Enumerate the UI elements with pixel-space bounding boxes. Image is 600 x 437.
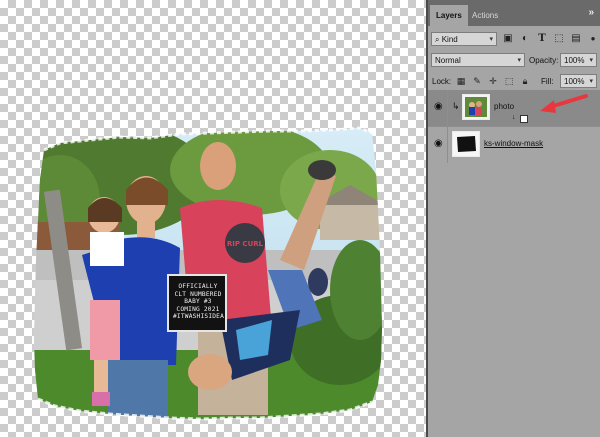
- filter-kind-value: Kind: [441, 35, 458, 44]
- type-filter-icon[interactable]: T: [537, 34, 547, 44]
- opacity-label: Opacity:: [529, 56, 559, 65]
- clipping-arrow-icon: ↳: [452, 101, 460, 111]
- letterboard-line: CLT NUMBERED: [174, 290, 222, 298]
- filter-search-icon: ⌕: [435, 35, 440, 44]
- blend-mode-select[interactable]: Normal ▾: [431, 53, 525, 67]
- layers-panel: Layers Actions » ⌕ Kind ▾ ▣ ◐ T ⬚ ▤ ● No…: [428, 0, 600, 437]
- panel-tabbar: Layers Actions »: [428, 0, 600, 26]
- smartobject-filter-icon[interactable]: ▤: [571, 34, 581, 44]
- eye-icon[interactable]: ◉: [434, 139, 444, 149]
- letterboard-line: OFFICIALLY: [178, 283, 218, 290]
- lock-all-icon[interactable]: 🔒︎: [520, 76, 530, 86]
- shape-filter-icon[interactable]: ⬚: [554, 34, 564, 44]
- adjustment-filter-icon[interactable]: ◐: [520, 34, 530, 44]
- lock-move-icon[interactable]: ✛: [488, 76, 498, 86]
- layer-name[interactable]: ks-window-mask: [484, 139, 543, 148]
- layer-row-ks-window-mask[interactable]: ◉ ks-window-mask: [428, 126, 600, 163]
- letterboard-text: OFFICIALLY CLT NUMBERED BABY #3 COMING 2…: [173, 283, 225, 321]
- chevron-down-icon: ▾: [589, 57, 593, 64]
- eye-icon[interactable]: ◉: [434, 102, 444, 112]
- letterboard-line: #ITWASHISIDEA: [173, 313, 225, 321]
- chevron-down-icon: ▾: [589, 78, 593, 85]
- mask-link-icon: ↓: [512, 114, 516, 121]
- document-canvas[interactable]: RIP CURL OFFICIALLY CLT NUMBERED BABY #3…: [0, 0, 426, 437]
- filter-kind-select[interactable]: ⌕ Kind ▾: [431, 32, 497, 46]
- opacity-value: 100%: [564, 56, 585, 65]
- fill-label: Fill:: [541, 77, 554, 86]
- lock-artboard-icon[interactable]: ⬚: [504, 76, 514, 86]
- lock-transparent-icon[interactable]: ▦: [456, 76, 466, 86]
- layer-thumbnail: [452, 131, 480, 157]
- layer-thumbnail: [462, 94, 490, 120]
- family-photo: RIP CURL: [34, 126, 382, 421]
- tab-layers[interactable]: Layers: [430, 5, 468, 26]
- opacity-input[interactable]: 100% ▾: [560, 53, 597, 67]
- letterboard-line: COMING 2021: [176, 305, 220, 313]
- filter-toggle-icon[interactable]: ●: [588, 34, 598, 44]
- svg-text:RIP CURL: RIP CURL: [227, 240, 264, 248]
- image-filter-icon[interactable]: ▣: [503, 34, 513, 44]
- letterboard-line: BABY #3: [184, 298, 212, 306]
- chevron-down-icon: ▾: [489, 36, 493, 43]
- visibility-column: ◉: [428, 90, 448, 126]
- layer-name[interactable]: photo: [494, 102, 514, 111]
- lock-label: Lock:: [432, 77, 452, 86]
- lock-paint-icon[interactable]: ✎: [472, 76, 482, 86]
- chevron-down-icon: ▾: [517, 57, 521, 64]
- layer-mask-thumbnail[interactable]: [520, 115, 528, 123]
- fill-value: 100%: [564, 77, 585, 86]
- blend-mode-value: Normal: [435, 56, 461, 65]
- annotation-arrow-icon: [540, 94, 588, 113]
- tab-actions[interactable]: Actions: [466, 5, 504, 26]
- fill-input[interactable]: 100% ▾: [560, 74, 597, 88]
- panel-collapse-button[interactable]: »: [588, 7, 594, 18]
- visibility-column: ◉: [428, 127, 448, 163]
